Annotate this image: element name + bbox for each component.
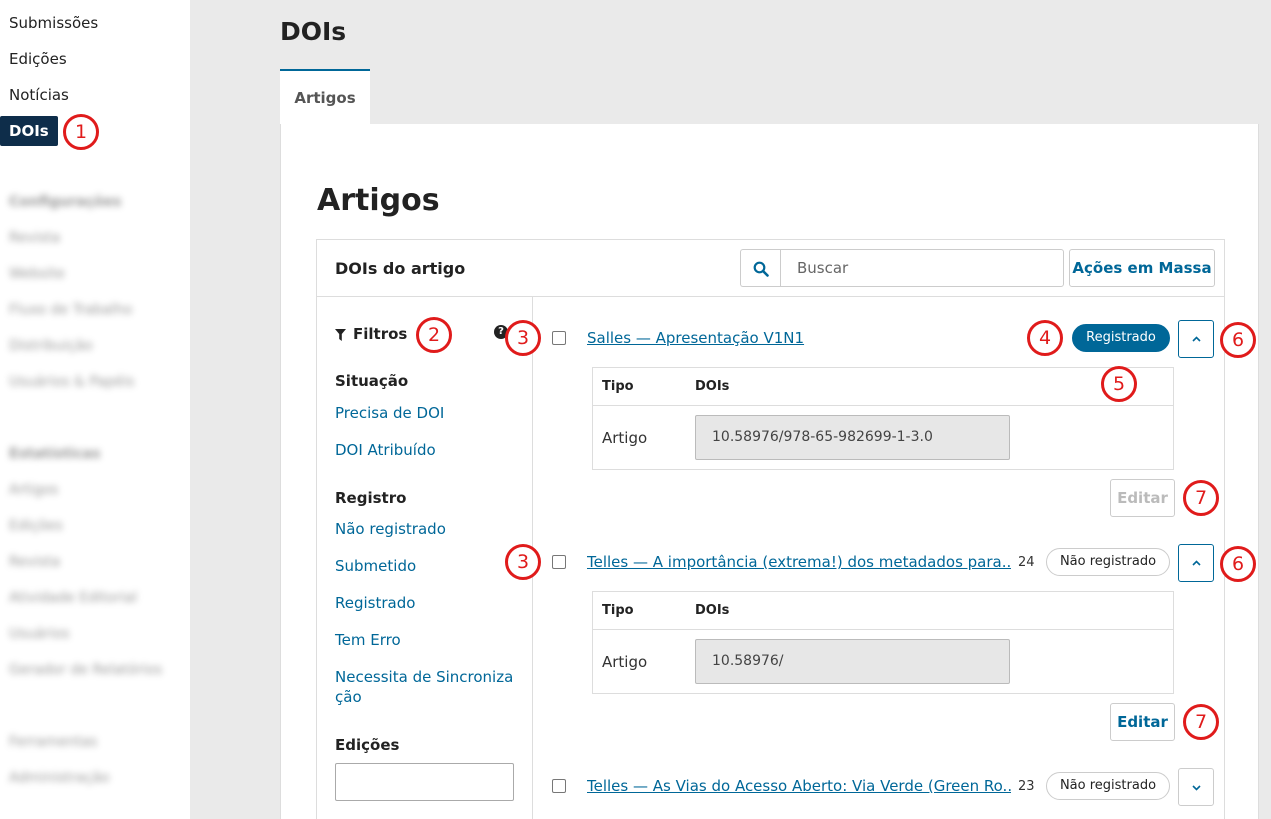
doi-value-field[interactable]: 10.58976/978-65-982699-1-3.0 — [695, 415, 1010, 460]
callout-marker: 2 — [416, 317, 452, 353]
sidebar-item-revista[interactable]: Revista — [9, 230, 60, 246]
expand-toggle[interactable] — [1178, 544, 1214, 582]
chevron-up-icon — [1192, 560, 1201, 566]
sidebar-item-edicoes[interactable]: Edições — [0, 44, 76, 74]
filters-panel: Filtros ? Situação Precisa de DOI DOI At… — [317, 297, 533, 819]
callout-marker: 7 — [1183, 480, 1219, 516]
sidebar-item-website[interactable]: Website — [9, 266, 65, 282]
doi-table: Tipo DOIs Artigo 10.58976/ — [592, 591, 1174, 694]
filter-submetido[interactable]: Submetido — [335, 556, 525, 576]
column-header-tipo: Tipo — [602, 603, 634, 618]
sidebar-item-distribuicao[interactable]: Distribuição — [9, 338, 93, 354]
section-title: Artigos — [317, 183, 440, 218]
filters-title: Filtros — [353, 325, 408, 343]
filter-necessita-sincronizacao[interactable]: Necessita de Sincroniza ção — [335, 667, 515, 707]
column-header-dois: DOIs — [695, 379, 730, 394]
item-title-link[interactable]: Telles — A importância (extrema!) dos me… — [587, 553, 1011, 571]
sidebar-group-estatisticas[interactable]: Estatísticas — [9, 446, 100, 462]
doi-list-panel: DOIs do artigo Ações em Massa Filtros ? … — [316, 239, 1225, 819]
item-count: 24 — [1018, 555, 1035, 570]
edit-button[interactable]: Editar — [1110, 703, 1175, 741]
editions-filter-input[interactable] — [335, 763, 514, 801]
filter-heading-situacao: Situação — [335, 372, 409, 390]
sidebar-item-administracao[interactable]: Administração — [9, 770, 109, 786]
sidebar-item-fluxo[interactable]: Fluxo de Trabalho — [9, 302, 132, 318]
filter-icon — [335, 329, 346, 341]
column-header-tipo: Tipo — [602, 379, 634, 394]
callout-marker: 6 — [1220, 322, 1256, 358]
edit-button[interactable]: Editar — [1110, 479, 1175, 517]
doi-row-type: Artigo — [602, 653, 648, 671]
search-button[interactable] — [740, 249, 780, 287]
sidebar-item-ferramentas[interactable]: Ferramentas — [9, 734, 97, 750]
filter-doi-atribuido[interactable]: DOI Atribuído — [335, 440, 525, 460]
item-checkbox[interactable] — [552, 779, 566, 793]
status-badge: Registrado — [1072, 324, 1170, 352]
callout-marker: 4 — [1027, 320, 1063, 356]
sidebar-item-stats-atividade[interactable]: Atividade Editorial — [9, 590, 137, 606]
doi-row-type: Artigo — [602, 429, 648, 447]
tab-artigos[interactable]: Artigos — [280, 69, 370, 125]
status-badge: Não registrado — [1046, 772, 1170, 800]
status-badge: Não registrado — [1046, 548, 1170, 576]
item-checkbox[interactable] — [552, 331, 566, 345]
item-checkbox[interactable] — [552, 555, 566, 569]
callout-marker: 7 — [1183, 704, 1219, 740]
list-header: DOIs do artigo Ações em Massa — [317, 240, 1224, 297]
expand-toggle[interactable] — [1178, 320, 1214, 358]
sidebar-group-configuracoes[interactable]: Configurações — [9, 194, 121, 210]
item-title-link[interactable]: Salles — Apresentação V1N1 — [587, 329, 1007, 347]
filter-registrado[interactable]: Registrado — [335, 593, 525, 613]
sidebar-item-stats-usuarios[interactable]: Usuários — [9, 626, 70, 642]
sidebar-item-submissoes[interactable]: Submissões — [0, 8, 107, 38]
callout-marker: 5 — [1101, 366, 1137, 402]
chevron-up-icon — [1192, 336, 1201, 342]
search-icon — [753, 261, 769, 277]
doi-value-field[interactable]: 10.58976/ — [695, 639, 1010, 684]
sidebar-item-stats-relatorios[interactable]: Gerador de Relatórios — [9, 662, 162, 678]
callout-marker: 1 — [63, 114, 99, 150]
callout-marker: 3 — [505, 320, 541, 356]
callout-marker: 3 — [505, 544, 541, 580]
sidebar-item-stats-edicoes[interactable]: Edições — [9, 518, 63, 534]
callout-marker: 6 — [1220, 546, 1256, 582]
filter-nao-registrado[interactable]: Não registrado — [335, 519, 525, 539]
search-input[interactable] — [780, 249, 1064, 287]
filter-heading-registro: Registro — [335, 489, 407, 507]
bulk-actions-button[interactable]: Ações em Massa — [1069, 249, 1215, 287]
sidebar-item-noticias[interactable]: Notícias — [0, 80, 78, 110]
table-divider — [593, 405, 1173, 406]
sidebar-item-stats-revista[interactable]: Revista — [9, 554, 60, 570]
sidebar-item-stats-artigos[interactable]: Artigos — [9, 482, 58, 498]
main-content: DOIs Artigos Artigos DOIs do artigo Açõe… — [190, 0, 1271, 819]
tab-panel: Artigos DOIs do artigo Ações em Massa — [280, 124, 1259, 819]
list-title: DOIs do artigo — [335, 259, 466, 278]
filter-precisa-doi[interactable]: Precisa de DOI — [335, 403, 525, 423]
item-title-link[interactable]: Telles — As Vias do Acesso Aberto: Via V… — [587, 777, 1011, 795]
chevron-down-icon — [1192, 785, 1201, 791]
filter-tem-erro[interactable]: Tem Erro — [335, 630, 525, 650]
doi-table: Tipo DOIs Artigo 10.58976/978-65-982699-… — [592, 367, 1174, 470]
column-header-dois: DOIs — [695, 603, 730, 618]
table-divider — [593, 629, 1173, 630]
sidebar-item-usuarios-papeis[interactable]: Usuários & Papéis — [9, 374, 134, 390]
sidebar-item-dois[interactable]: DOIs — [0, 116, 58, 146]
expand-toggle[interactable] — [1178, 768, 1214, 806]
item-count: 23 — [1018, 779, 1035, 794]
filter-heading-edicoes: Edições — [335, 736, 400, 754]
page-title: DOIs — [280, 17, 347, 46]
